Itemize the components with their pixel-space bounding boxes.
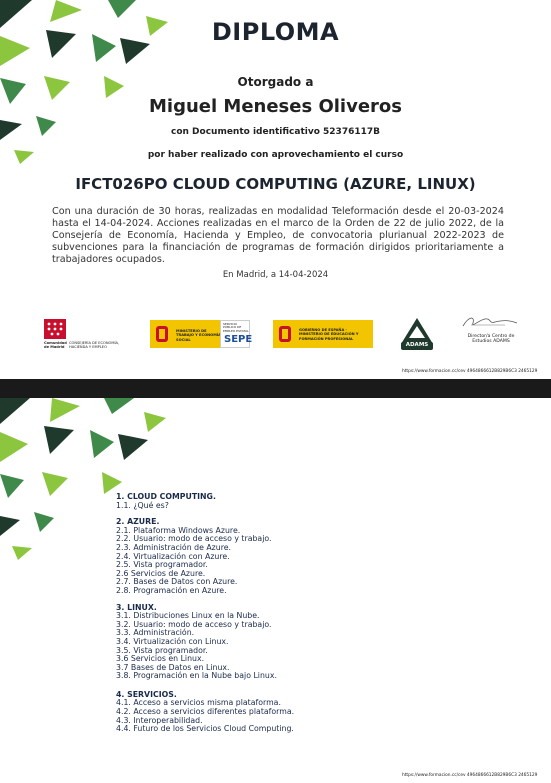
syllabus-section: 2. AZURE. 2.1. Plataforma Windows Azure. 2… (116, 518, 446, 595)
syllabus-item: 2.8. Programación en Azure. (116, 585, 227, 595)
awarded-to-label: Otorgado a (237, 75, 314, 89)
reason-text: por haber realizado con aprovechamiento … (147, 150, 404, 160)
signature-icon (462, 317, 518, 327)
verification-code: https://www.formacion.cc/cev 4964866612B… (402, 773, 538, 778)
adams-logo: ADAMS (399, 316, 435, 352)
recipient-name: Miguel Meneses Oliveros (148, 96, 402, 117)
sepe-logo-text: SEPE (224, 334, 253, 345)
syllabus-section: 3. LINUX. 3.1. Distribuciones Linux en la… (116, 603, 446, 681)
spain-coat-of-arms-icon (279, 326, 291, 342)
logo-strip: Comunidad de Madrid CONSEJERÍA DE ECONOM… (44, 314, 524, 354)
madrid-logo: Comunidad de Madrid CONSEJERÍA DE ECONOM… (44, 319, 124, 353)
syllabus-page: 1. CLOUD COMPUTING. 1.1. ¿Qué es? 2. AZURE… (0, 398, 551, 783)
syllabus-item: 4.4. Futuro de los Servicios Cloud Compu… (116, 724, 294, 734)
diploma-body: Con una duración de 30 horas, realizadas… (52, 206, 504, 265)
diploma-page: DIPLOMA Otorgado a Miguel Meneses Oliver… (0, 0, 551, 379)
syllabus-section: 4. SERVICIOS. 4.1. Acceso a servicios mis… (116, 690, 446, 734)
syllabus-section: 1. CLOUD COMPUTING. 1.1. ¿Qué es? (116, 492, 446, 510)
madrid-stars-icon (44, 319, 66, 339)
ministry-education-logo: GOBIERNO DE ESPAÑA · MINISTERIO DE EDUCA… (273, 320, 373, 348)
place-date: En Madrid, a 14-04-2024 (222, 270, 329, 280)
syllabus-item: 3.8. Programación en la Nube bajo Linux. (116, 671, 277, 681)
document-id: con Documento identificativo 52376117B (171, 127, 380, 137)
syllabus-item: 1.1. ¿Qué es? (116, 500, 169, 510)
verification-code: https://www.formacion.cc/cev 4964866612B… (402, 369, 538, 374)
spain-coat-of-arms-icon (156, 326, 168, 342)
course-title: IFCT026PO CLOUD COMPUTING (AZURE, LINUX) (75, 175, 476, 193)
director-signature: Director/a Centro de Estudios ADAMS (459, 314, 523, 352)
diploma-title: DIPLOMA (211, 18, 340, 46)
course-syllabus: 1. CLOUD COMPUTING. 1.1. ¿Qué es? 2. AZURE… (116, 492, 446, 742)
ministry-labor-logo: MINISTERIO DE TRABAJO Y ECONOMÍA SOCIAL … (150, 320, 253, 348)
